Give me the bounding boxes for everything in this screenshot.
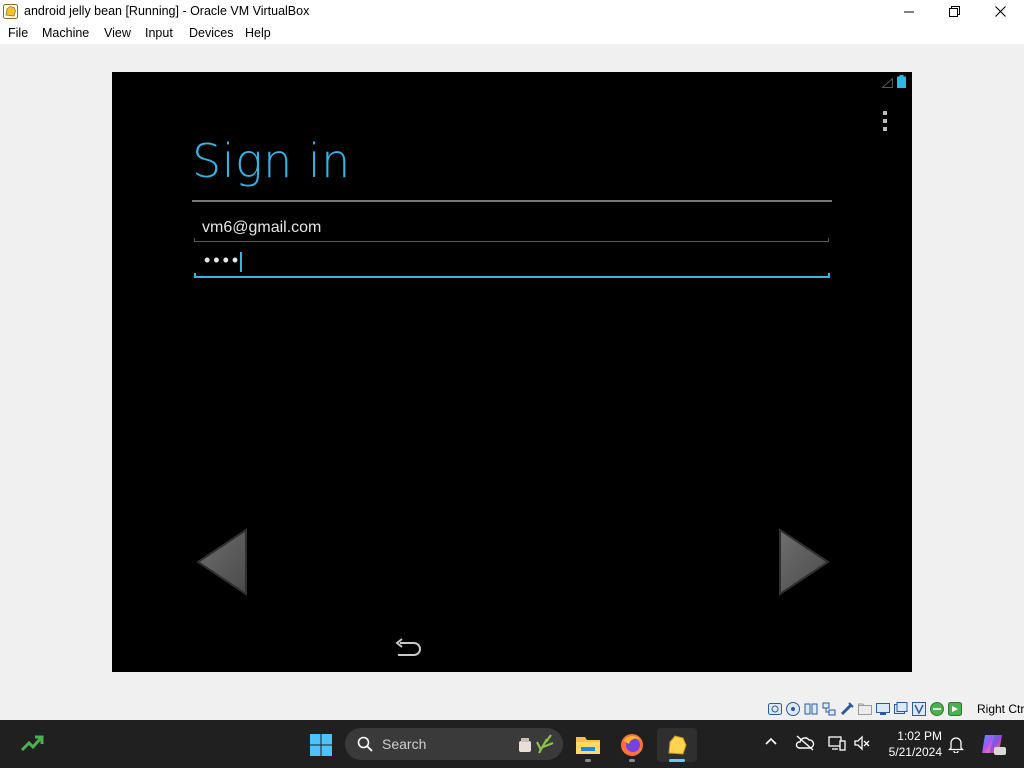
clock-time: 1:02 PM	[897, 729, 942, 743]
vm-status-icons	[767, 701, 963, 717]
taskbar-clock[interactable]: 1:02 PM 5/21/2024	[880, 728, 942, 760]
email-underline	[194, 238, 829, 242]
maximize-button[interactable]	[931, 0, 977, 23]
volume-muted-icon[interactable]	[853, 735, 871, 751]
vm-status-bar: Right Ctrl	[0, 698, 1024, 720]
app-active-indicator	[669, 759, 685, 762]
video-capture-icon[interactable]	[893, 701, 909, 717]
shared-folders-icon[interactable]	[857, 701, 873, 717]
virtualbox-app-icon	[3, 4, 18, 19]
windows-logo-icon	[310, 734, 332, 756]
search-label: Search	[382, 736, 427, 752]
hard-disk-icon[interactable]	[767, 701, 783, 717]
menu-file[interactable]: File	[8, 26, 28, 40]
vm-display[interactable]: Sign in vm6@gmail.com ••••	[112, 72, 912, 672]
file-explorer-icon	[576, 737, 600, 754]
menu-machine[interactable]: Machine	[42, 26, 89, 40]
signin-heading: Sign in	[192, 134, 351, 188]
menu-help[interactable]: Help	[245, 26, 271, 40]
window-titlebar[interactable]: android jelly bean [Running] - Oracle VM…	[0, 0, 1024, 23]
nav-back-icon[interactable]	[392, 638, 424, 660]
menu-input[interactable]: Input	[145, 26, 173, 40]
taskbar-virtualbox[interactable]	[657, 728, 697, 762]
password-value: ••••	[204, 250, 242, 270]
host-key-label[interactable]: Right Ctrl	[977, 702, 1024, 716]
app-running-indicator	[629, 759, 635, 762]
taskbar-firefox[interactable]	[612, 728, 652, 762]
onedrive-offline-icon[interactable]	[795, 735, 815, 751]
start-button[interactable]	[305, 729, 337, 761]
menu-devices[interactable]: Devices	[189, 26, 233, 40]
battery-icon	[897, 75, 906, 88]
display-icon[interactable]	[875, 701, 891, 717]
menu-bar: File Machine View Input Devices Help	[0, 23, 1024, 44]
audio-icon[interactable]	[803, 701, 819, 717]
search-icon	[357, 736, 373, 752]
password-underline	[194, 273, 830, 278]
window-title: android jelly bean [Running] - Oracle VM…	[24, 4, 310, 18]
overflow-menu-icon[interactable]	[882, 111, 888, 131]
mouse-integration-icon[interactable]	[947, 701, 963, 717]
taskbar-file-explorer[interactable]	[568, 728, 608, 762]
windows-taskbar: Search 1:02 PM 5/21/2024	[0, 720, 1024, 768]
taskbar-search-box[interactable]: Search	[345, 728, 563, 760]
password-field[interactable]: ••••	[194, 248, 830, 278]
next-arrow-icon[interactable]	[778, 528, 830, 596]
search-highlight-art-icon	[519, 734, 554, 754]
close-button[interactable]	[977, 0, 1023, 23]
text-cursor	[240, 252, 242, 272]
firefox-icon	[621, 734, 643, 756]
virtualbox-icon	[668, 735, 687, 755]
heading-divider	[192, 200, 832, 202]
signal-icon	[882, 78, 893, 88]
restore-icon	[948, 6, 960, 17]
recording-icon[interactable]	[911, 701, 927, 717]
email-field[interactable]: vm6@gmail.com	[194, 214, 829, 242]
back-arrow-icon[interactable]	[196, 528, 248, 596]
close-icon	[994, 6, 1006, 17]
widgets-stock-icon[interactable]	[20, 733, 44, 755]
app-running-indicator	[585, 759, 591, 762]
usb-icon[interactable]	[839, 701, 855, 717]
optical-drive-icon[interactable]	[785, 701, 801, 717]
minimize-button[interactable]	[886, 0, 932, 23]
network-icon[interactable]	[821, 701, 837, 717]
display-tray-icon[interactable]	[828, 735, 846, 751]
menu-view[interactable]: View	[104, 26, 131, 40]
chevron-up-icon[interactable]	[764, 736, 778, 746]
email-value: vm6@gmail.com	[202, 219, 322, 236]
clock-date: 5/21/2024	[888, 745, 942, 759]
notifications-bell-icon[interactable]	[948, 736, 964, 753]
cpu-icon[interactable]	[929, 701, 945, 717]
minimize-icon	[904, 11, 914, 12]
copilot-icon[interactable]	[980, 732, 1006, 756]
